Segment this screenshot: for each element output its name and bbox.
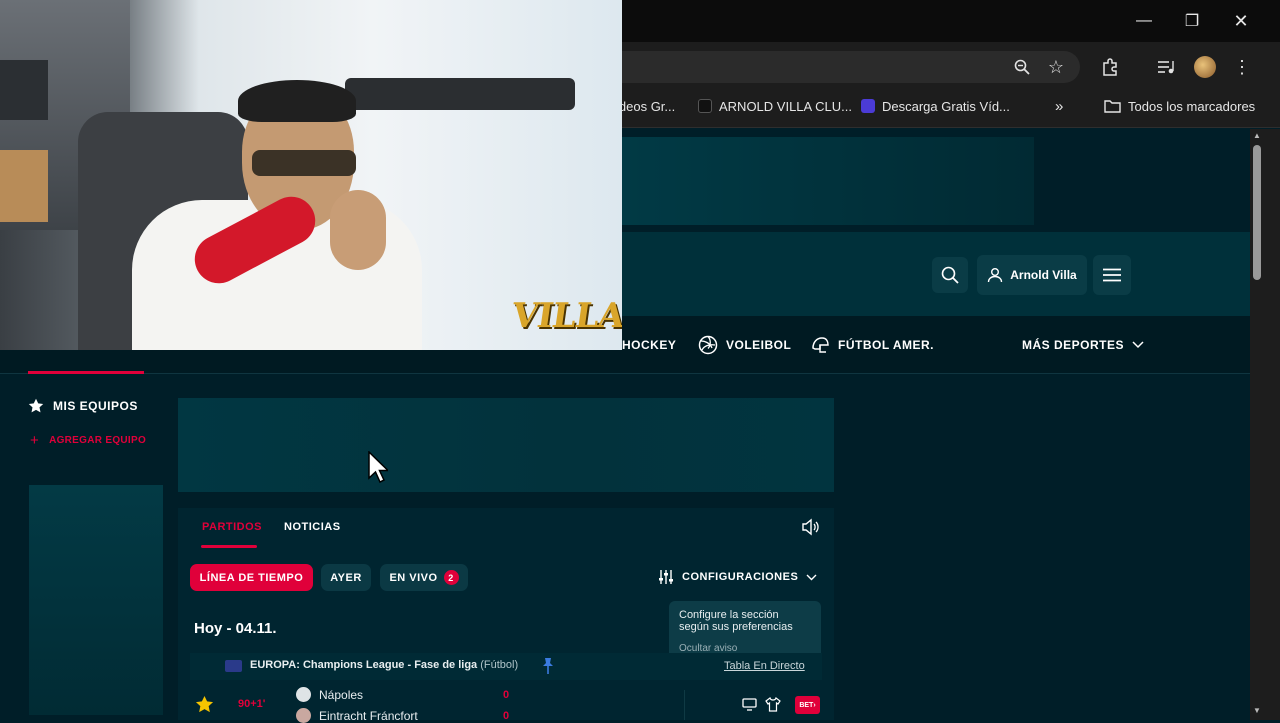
match-minute: 90+1' xyxy=(238,698,266,710)
menu-icon xyxy=(1103,268,1121,282)
away-score: 0 xyxy=(503,710,510,722)
extensions-icon[interactable] xyxy=(1097,54,1123,80)
filter-timeline-button[interactable]: LÍNEA DE TIEMPO xyxy=(190,564,313,591)
tab-noticias[interactable]: NOTICIAS xyxy=(284,521,341,535)
filter-live-button[interactable]: EN VIVO 2 xyxy=(380,564,468,591)
scroll-down-icon[interactable]: ▼ xyxy=(1253,706,1261,715)
play-icon xyxy=(861,99,875,113)
pull-up-bar xyxy=(345,78,575,110)
tv-icon[interactable] xyxy=(742,698,757,716)
user-account-button[interactable]: Arnold Villa xyxy=(977,255,1087,295)
restore-button[interactable]: ❐ xyxy=(1168,0,1216,42)
all-bookmarks-folder[interactable]: Todos los marcadores xyxy=(1104,96,1255,116)
ad-banner-top[interactable] xyxy=(622,137,1034,225)
jersey-display xyxy=(0,60,48,120)
person-hand xyxy=(330,190,386,270)
scrollbar-thumb[interactable] xyxy=(1253,145,1261,280)
search-icon xyxy=(941,266,959,284)
away-team: Eintracht Fráncfort xyxy=(296,708,418,723)
nav-item-futbol-americano[interactable]: FÚTBOL AMER. xyxy=(810,334,934,356)
person-hair xyxy=(238,80,356,122)
chevron-down-icon xyxy=(1132,341,1144,349)
mouse-cursor-icon xyxy=(368,450,390,488)
address-bar[interactable] xyxy=(560,51,1080,83)
sound-icon[interactable] xyxy=(801,518,819,541)
bookmark-star-icon[interactable]: ☆ xyxy=(1043,54,1069,80)
american-football-helmet-icon xyxy=(812,337,829,353)
star-icon xyxy=(28,398,44,413)
home-team: Nápoles xyxy=(296,687,363,702)
jersey-icon[interactable] xyxy=(765,697,781,717)
user-name: Arnold Villa xyxy=(1010,268,1077,282)
tiktok-icon xyxy=(698,99,712,113)
date-heading: Hoy - 04.11. xyxy=(194,620,277,637)
nav-item-hockey[interactable]: HOCKEY xyxy=(622,334,676,356)
tab-partidos[interactable]: PARTIDOS xyxy=(202,521,262,535)
chevron-down-icon xyxy=(806,574,817,580)
home-score: 0 xyxy=(503,689,510,701)
hamburger-menu-button[interactable] xyxy=(1093,255,1131,295)
bookmark-item[interactable]: ideos Gr... xyxy=(616,96,675,116)
webcam-overlay: VILLA xyxy=(0,0,622,350)
bet-button[interactable]: BET › xyxy=(795,696,820,714)
volleyball-icon xyxy=(698,335,718,355)
search-button[interactable] xyxy=(932,257,968,293)
more-options-icon[interactable]: ⋮ xyxy=(1229,54,1255,80)
scroll-up-icon[interactable]: ▲ xyxy=(1253,131,1261,140)
pin-icon[interactable] xyxy=(541,657,555,680)
close-button[interactable]: ✕ xyxy=(1217,0,1265,42)
bookmarks-overflow-icon[interactable]: » xyxy=(1055,96,1063,116)
divider xyxy=(684,690,685,720)
add-team-button[interactable]: + AGREGAR EQUIPO xyxy=(30,431,146,449)
active-tab-indicator xyxy=(201,545,257,548)
folder-icon xyxy=(1104,100,1121,113)
sliders-icon xyxy=(659,570,673,584)
settings-dropdown[interactable]: CONFIGURACIONES xyxy=(658,568,817,586)
tooltip-text: Configure la sección según sus preferenc… xyxy=(679,609,793,633)
more-sports-dropdown[interactable]: MÁS DEPORTES xyxy=(1022,334,1144,356)
team-logo-icon xyxy=(296,687,311,702)
filter-yesterday-button[interactable]: AYER xyxy=(321,564,371,591)
plus-icon: + xyxy=(30,431,40,449)
sunglasses xyxy=(252,150,356,176)
bookmark-item[interactable]: ARNOLD VILLA CLU... xyxy=(698,96,852,116)
active-sport-indicator xyxy=(28,371,144,374)
gift-bag xyxy=(0,150,48,222)
window-edge xyxy=(1264,129,1280,720)
user-icon xyxy=(988,268,1003,283)
favorite-star-icon[interactable] xyxy=(195,695,214,719)
ad-banner-main[interactable] xyxy=(178,398,834,492)
bookmark-item[interactable]: Descarga Gratis Víd... xyxy=(861,96,1010,116)
live-count-badge: 2 xyxy=(443,570,459,585)
ad-banner-sidebar[interactable] xyxy=(29,485,163,715)
live-table-link[interactable]: Tabla En Directo xyxy=(724,660,805,672)
europe-flag-icon xyxy=(225,660,242,672)
team-logo-icon xyxy=(296,708,311,723)
zoom-icon[interactable] xyxy=(1009,54,1035,80)
league-name[interactable]: EUROPA: Champions League - Fase de liga … xyxy=(250,659,518,671)
minimize-button[interactable]: — xyxy=(1120,0,1168,42)
streamer-logo: VILLA xyxy=(509,296,622,336)
nav-item-voleibol[interactable]: VOLEIBOL xyxy=(698,334,791,356)
profile-avatar[interactable] xyxy=(1194,56,1216,78)
my-teams-heading[interactable]: MIS EQUIPOS xyxy=(28,397,138,415)
media-control-icon[interactable] xyxy=(1153,54,1179,80)
